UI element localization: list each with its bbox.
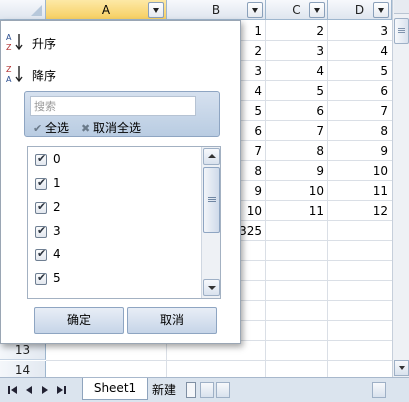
search-input[interactable] — [30, 96, 196, 116]
horizontal-scroll-thumb[interactable] — [216, 382, 230, 398]
prev-sheet-icon[interactable] — [22, 383, 36, 397]
deselect-all-button[interactable]: ✖ 取消全选 — [81, 120, 141, 136]
checkbox[interactable] — [35, 176, 47, 190]
column-letter: D — [354, 3, 365, 17]
option-label: 1 — [53, 176, 61, 190]
spreadsheet-grid: A B C D 1 2 3 4 5 6 7 8 9 10 325 2 3 4 5… — [0, 0, 409, 402]
scroll-down-button[interactable] — [394, 360, 409, 376]
vertical-scrollbar[interactable] — [392, 0, 409, 377]
cell[interactable]: 10 — [265, 181, 328, 201]
option-label: 4 — [53, 247, 61, 261]
cell[interactable]: 11 — [265, 201, 328, 221]
checkbox[interactable] — [35, 152, 47, 166]
cell[interactable]: 6 — [265, 101, 328, 121]
checkmark-icon: ✔ — [33, 122, 43, 135]
option-label: 2 — [53, 200, 61, 214]
cell[interactable]: 6 — [327, 81, 392, 101]
option-label: 5 — [53, 271, 61, 285]
list-scroll-down-button[interactable] — [203, 279, 220, 296]
filter-option[interactable]: 4 — [35, 246, 195, 266]
split-handle[interactable] — [394, 0, 409, 14]
cell[interactable]: 7 — [265, 121, 328, 141]
scroll-left-button[interactable] — [200, 382, 214, 398]
cell[interactable]: 9 — [327, 141, 392, 161]
filter-option[interactable]: 3 — [35, 223, 195, 243]
svg-text:A: A — [6, 75, 12, 84]
sort-descending-item[interactable]: Z A 降序 — [5, 63, 235, 85]
cell[interactable]: 10 — [327, 161, 392, 181]
tab-new[interactable]: 新建 — [152, 381, 176, 398]
column-letter: C — [292, 3, 301, 17]
list-scroll-thumb[interactable] — [203, 167, 220, 233]
filter-popup: A Z 升序 Z A 降序 ✔全选 ✖取消全选 — [0, 20, 241, 344]
list-scrollbar[interactable] — [201, 147, 220, 298]
last-sheet-icon[interactable] — [54, 383, 68, 397]
column-letter: B — [211, 3, 221, 17]
scroll-right-button[interactable] — [372, 382, 386, 398]
cell[interactable]: 11 — [327, 181, 392, 201]
vertical-scroll-thumb[interactable] — [394, 18, 409, 44]
sort-ascending-item[interactable]: A Z 升序 — [5, 31, 235, 53]
cell[interactable]: 4 — [327, 41, 392, 61]
cell[interactable]: 7 — [327, 101, 392, 121]
cell[interactable]: 8 — [327, 121, 392, 141]
deselect-all-label: 取消全选 — [93, 121, 142, 135]
cancel-button[interactable]: 取消 — [127, 307, 217, 334]
ok-button[interactable]: 确定 — [34, 307, 124, 334]
column-header-d[interactable]: D — [328, 0, 392, 20]
sort-ascending-label: 升序 — [32, 37, 57, 51]
checkbox[interactable] — [35, 247, 47, 261]
svg-text:Z: Z — [6, 65, 12, 74]
filter-option[interactable]: 0 — [35, 151, 195, 171]
select-all-corner[interactable] — [0, 0, 46, 20]
sort-ascending-icon: A Z — [6, 33, 23, 52]
column-header-c[interactable]: C — [266, 0, 328, 20]
cell[interactable]: 9 — [265, 161, 328, 181]
list-scroll-up-button[interactable] — [203, 148, 220, 165]
cell[interactable]: 12 — [327, 201, 392, 221]
filter-dropdown-icon[interactable] — [373, 2, 389, 18]
select-all-label: 全选 — [45, 121, 70, 135]
svg-text:A: A — [6, 33, 12, 42]
cell[interactable]: 4 — [265, 61, 328, 81]
checkbox[interactable] — [35, 200, 47, 214]
column-letter: A — [101, 3, 111, 17]
sort-descending-label: 降序 — [32, 69, 57, 83]
sheet-tab-bar: Sheet1 新建 — [0, 377, 409, 402]
filter-dropdown-icon[interactable] — [309, 2, 325, 18]
select-all-button[interactable]: ✔ 全选 — [33, 120, 69, 136]
filter-option[interactable]: 2 — [35, 199, 195, 219]
cell[interactable]: 3 — [327, 21, 392, 41]
cell[interactable]: 8 — [265, 141, 328, 161]
filter-dropdown-icon[interactable] — [247, 2, 263, 18]
cell[interactable]: 5 — [327, 61, 392, 81]
filter-option[interactable]: 1 — [35, 175, 195, 195]
cell[interactable]: 5 — [265, 81, 328, 101]
tab-splitter[interactable] — [186, 382, 196, 398]
search-panel: ✔全选 ✖取消全选 — [24, 91, 220, 137]
cell[interactable]: 2 — [265, 21, 328, 41]
filter-dropdown-icon[interactable] — [148, 2, 164, 18]
column-header-b[interactable]: B — [167, 0, 266, 20]
sort-descending-icon: Z A — [6, 65, 23, 84]
filter-option[interactable]: 5 — [35, 270, 195, 290]
checkbox[interactable] — [35, 271, 47, 285]
checkbox[interactable] — [35, 224, 47, 238]
tab-sheet1[interactable]: Sheet1 — [82, 378, 148, 400]
cell[interactable]: 3 — [265, 41, 328, 61]
filter-values-list: 0 1 2 3 4 5 — [27, 146, 221, 299]
first-sheet-icon[interactable] — [6, 383, 20, 397]
svg-text:Z: Z — [6, 43, 12, 52]
column-header-a[interactable]: A — [46, 0, 167, 20]
option-label: 0 — [53, 152, 61, 166]
next-sheet-icon[interactable] — [38, 383, 52, 397]
cross-icon: ✖ — [81, 122, 91, 135]
option-label: 3 — [53, 224, 61, 238]
